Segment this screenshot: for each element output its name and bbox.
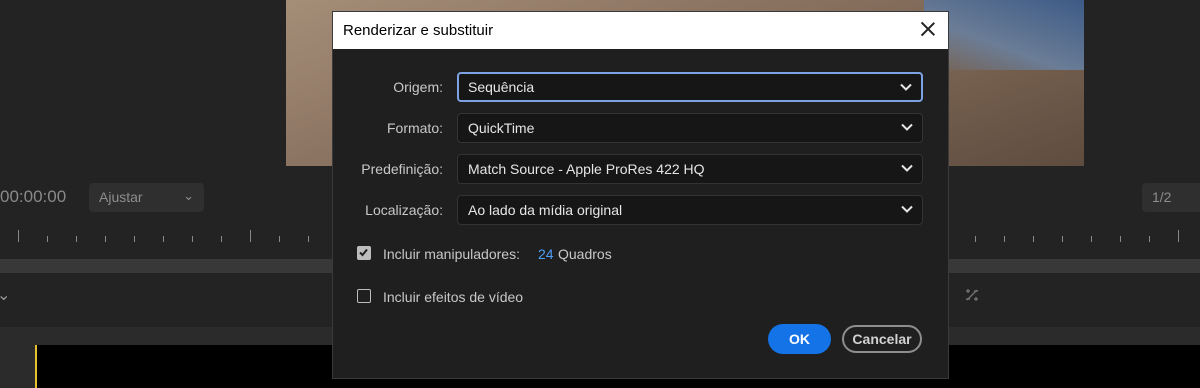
format-value: QuickTime <box>468 120 535 136</box>
include-handles-row: Incluir manipuladores: <box>357 245 757 263</box>
fit-select-label: Ajustar <box>99 189 143 205</box>
checkmark-icon <box>359 248 368 257</box>
ruler-tick <box>1033 236 1034 242</box>
dialog-titlebar: Renderizar e substituir <box>333 12 948 49</box>
source-select[interactable]: Sequência <box>457 72 923 102</box>
location-value: Ao lado da mídia original <box>468 202 623 218</box>
include-handles-label: Incluir manipuladores: <box>383 246 520 262</box>
video-sky-area <box>924 0 1084 70</box>
ruler-tick <box>76 236 77 242</box>
playhead[interactable] <box>35 345 37 388</box>
location-select[interactable]: Ao lado da mídia original <box>457 195 923 225</box>
ruler-tick <box>134 236 135 242</box>
ruler-tick <box>192 236 193 242</box>
close-icon[interactable] <box>918 19 938 39</box>
location-label: Localização: <box>365 202 443 218</box>
preset-value: Match Source - Apple ProRes 422 HQ <box>468 161 705 177</box>
format-select[interactable]: QuickTime <box>457 113 923 143</box>
ruler-tick <box>105 236 106 242</box>
cancel-button[interactable]: Cancelar <box>842 325 922 353</box>
ruler-tick <box>1062 236 1063 242</box>
chevron-down-icon <box>901 205 913 213</box>
ruler-tick <box>1091 236 1092 242</box>
source-row: Origem: Sequência <box>333 72 948 102</box>
ruler-tick <box>1004 236 1005 242</box>
format-row: Formato: QuickTime <box>333 113 948 143</box>
app-window: 00:00:00 Ajustar ⌄ 1/2 ⌄ Renderizar e su… <box>0 0 1200 388</box>
ruler-tick <box>975 236 976 242</box>
timecode-display[interactable]: 00:00:00 <box>0 187 66 207</box>
ruler-tick <box>18 230 19 242</box>
include-effects-row: Incluir efeitos de vídeo <box>357 288 757 306</box>
ruler-tick <box>279 236 280 242</box>
chevron-down-icon <box>901 164 913 172</box>
chevron-down-icon <box>900 83 912 91</box>
include-effects-label: Incluir efeitos de vídeo <box>383 289 524 305</box>
ruler-tick <box>308 236 309 242</box>
location-row: Localização: Ao lado da mídia original <box>333 195 948 225</box>
preset-select[interactable]: Match Source - Apple ProRes 422 HQ <box>457 154 923 184</box>
ruler-tick <box>47 236 48 242</box>
snap-icon[interactable] <box>964 287 982 303</box>
ok-button[interactable]: OK <box>768 324 831 354</box>
handles-frames-value[interactable]: 24 <box>538 246 554 262</box>
preset-row: Predefinição: Match Source - Apple ProRe… <box>333 154 948 184</box>
format-label: Formato: <box>386 120 443 136</box>
preset-label: Predefinição: <box>361 161 443 177</box>
ruler-tick <box>163 236 164 242</box>
include-handles-checkbox[interactable] <box>357 246 371 260</box>
ruler-tick <box>1149 236 1150 242</box>
source-value: Sequência <box>468 79 535 95</box>
ruler-tick <box>1178 230 1179 242</box>
fit-select[interactable]: Ajustar ⌄ <box>89 183 204 212</box>
chevron-icon[interactable]: ⌄ <box>0 285 10 305</box>
chevron-down-icon: ⌄ <box>183 188 194 203</box>
render-replace-dialog: Renderizar e substituir Origem: Sequênci… <box>333 12 948 378</box>
include-effects-checkbox[interactable] <box>357 289 371 303</box>
source-label: Origem: <box>393 79 443 95</box>
dialog-title: Renderizar e substituir <box>343 22 494 39</box>
ruler-tick <box>1120 236 1121 242</box>
handles-frames-unit: Quadros <box>558 246 612 262</box>
chevron-down-icon <box>901 123 913 131</box>
ruler-tick <box>250 230 251 242</box>
page-indicator[interactable]: 1/2 <box>1142 183 1200 212</box>
ruler-tick <box>221 236 222 242</box>
